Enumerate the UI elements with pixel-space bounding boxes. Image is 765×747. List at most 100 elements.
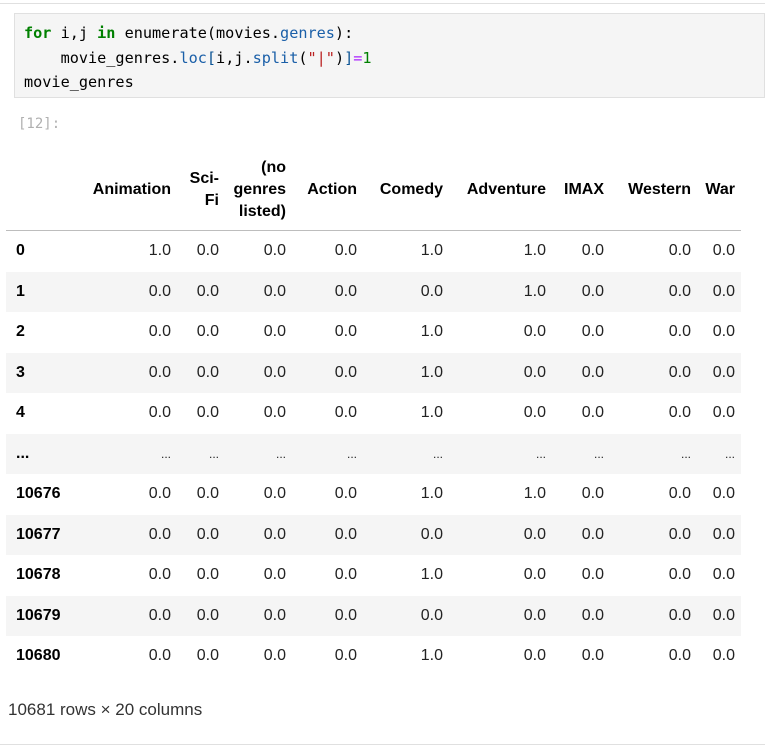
row-index: 2 [16, 323, 25, 341]
row-index: 1 [16, 282, 25, 300]
table-cell: 0.0 [263, 282, 286, 300]
table-cell: 0.0 [581, 282, 604, 300]
table-cell: 0.0 [581, 404, 604, 422]
row-index: ... [16, 444, 30, 462]
table-cell: 0.0 [668, 282, 691, 300]
code-token: i,j. [216, 48, 253, 67]
table-cell: 0.0 [712, 566, 735, 584]
table-cell: 0.0 [263, 606, 286, 624]
table-cell: 0.0 [581, 647, 604, 665]
table-cell: 1.0 [420, 647, 443, 665]
table-cell: ... [160, 446, 171, 461]
table-cell: ... [535, 446, 546, 461]
table-cell: 0.0 [523, 404, 546, 422]
table-cell: 0.0 [712, 242, 735, 260]
column-header: Animation [75, 150, 177, 231]
table-cell: ... [275, 446, 286, 461]
table-cell: 0.0 [420, 606, 443, 624]
table-cell: 0.0 [581, 566, 604, 584]
table-cell: 1.0 [148, 242, 171, 260]
table-row: 10679 0.0 0.0 0.0 0.0 0.0 0.0 0.0 0.0 0.0 [6, 595, 741, 636]
table-cell: 0.0 [668, 404, 691, 422]
code-bracket: ] [344, 48, 354, 67]
table-cell: ... [680, 446, 691, 461]
table-cell: 0.0 [712, 363, 735, 381]
table-cell: 0.0 [334, 485, 357, 503]
row-index: 10676 [16, 485, 61, 503]
code-attribute: loc [179, 48, 207, 67]
table-cell: ... [346, 446, 357, 461]
row-index: 10677 [16, 525, 61, 543]
table-cell: 0.0 [196, 363, 219, 381]
code-token: ) [334, 48, 345, 67]
table-row: 4 0.0 0.0 0.0 0.0 1.0 0.0 0.0 0.0 0.0 [6, 393, 741, 434]
table-cell: 0.0 [148, 647, 171, 665]
table-cell: 0.0 [712, 525, 735, 543]
table-cell: 0.0 [196, 606, 219, 624]
table-row: 10678 0.0 0.0 0.0 0.0 1.0 0.0 0.0 0.0 0.0 [6, 555, 741, 596]
table-cell: 0.0 [196, 242, 219, 260]
table-cell: ... [724, 446, 735, 461]
table-cell: 0.0 [581, 606, 604, 624]
code-bracket: [ [206, 48, 217, 67]
code-token: enumerate(movies. [115, 24, 281, 42]
row-index: 4 [16, 404, 25, 422]
table-cell: 0.0 [668, 242, 691, 260]
table-cell: 0.0 [148, 404, 171, 422]
table-cell: 1.0 [420, 242, 443, 260]
column-header: (no genres listed) [225, 150, 292, 231]
table-cell: 1.0 [420, 323, 443, 341]
table-cell: 0.0 [581, 363, 604, 381]
table-cell: 0.0 [263, 525, 286, 543]
table-cell: 0.0 [148, 606, 171, 624]
table-cell: 0.0 [196, 485, 219, 503]
table-cell: 0.0 [148, 363, 171, 381]
table-cell: 0.0 [263, 242, 286, 260]
table-cell: 0.0 [523, 363, 546, 381]
column-header: Adventure [449, 150, 552, 231]
table-row: 2 0.0 0.0 0.0 0.0 1.0 0.0 0.0 0.0 0.0 [6, 312, 741, 353]
table-cell: ... [593, 446, 604, 461]
table-cell: 0.0 [668, 485, 691, 503]
table-cell: 0.0 [334, 647, 357, 665]
code-cell-input[interactable]: for i,j in enumerate(movies.genres): mov… [14, 13, 765, 98]
table-cell: 0.0 [712, 323, 735, 341]
code-token: i,j [51, 24, 98, 42]
table-cell: 0.0 [334, 323, 357, 341]
code-token: ( [298, 48, 308, 67]
table-cell: 0.0 [148, 485, 171, 503]
table-cell: 0.0 [196, 525, 219, 543]
table-cell: 0.0 [148, 566, 171, 584]
table-cell: 1.0 [420, 485, 443, 503]
column-header: IMAX [552, 150, 610, 231]
table-row: 0 1.0 0.0 0.0 0.0 1.0 1.0 0.0 0.0 0.0 [6, 231, 741, 272]
table-cell: 0.0 [334, 404, 357, 422]
index-header [6, 150, 75, 231]
table-cell: 0.0 [263, 485, 286, 503]
table-cell: 1.0 [420, 404, 443, 422]
table-cell: 0.0 [263, 647, 286, 665]
output-prompt: [12]: [18, 116, 61, 132]
table-cell: ... [432, 446, 443, 461]
table-cell: 1.0 [420, 566, 443, 584]
table-cell: 0.0 [196, 323, 219, 341]
table-row: 1 0.0 0.0 0.0 0.0 0.0 1.0 0.0 0.0 0.0 [6, 271, 741, 312]
table-cell: 0.0 [668, 566, 691, 584]
table-row: 10676 0.0 0.0 0.0 0.0 1.0 1.0 0.0 0.0 0.0 [6, 474, 741, 515]
code-string: "|" [307, 48, 335, 67]
table-cell: ... [208, 446, 219, 461]
table-cell: 0.0 [334, 242, 357, 260]
row-index: 10680 [16, 647, 61, 665]
table-cell: 1.0 [523, 485, 546, 503]
table-cell: 0.0 [196, 282, 219, 300]
code-token: movie_genres [24, 73, 134, 91]
table-row: 10680 0.0 0.0 0.0 0.0 1.0 0.0 0.0 0.0 0.0 [6, 636, 741, 677]
code-token: ): [334, 24, 354, 42]
table-cell: 0.0 [668, 323, 691, 341]
table-cell: 1.0 [523, 242, 546, 260]
table-cell: 0.0 [668, 363, 691, 381]
dataframe-table: Animation Sci-Fi (no genres listed) Acti… [6, 150, 741, 677]
row-index: 3 [16, 363, 25, 381]
table-cell: 0.0 [196, 647, 219, 665]
column-header: Western [610, 150, 697, 231]
